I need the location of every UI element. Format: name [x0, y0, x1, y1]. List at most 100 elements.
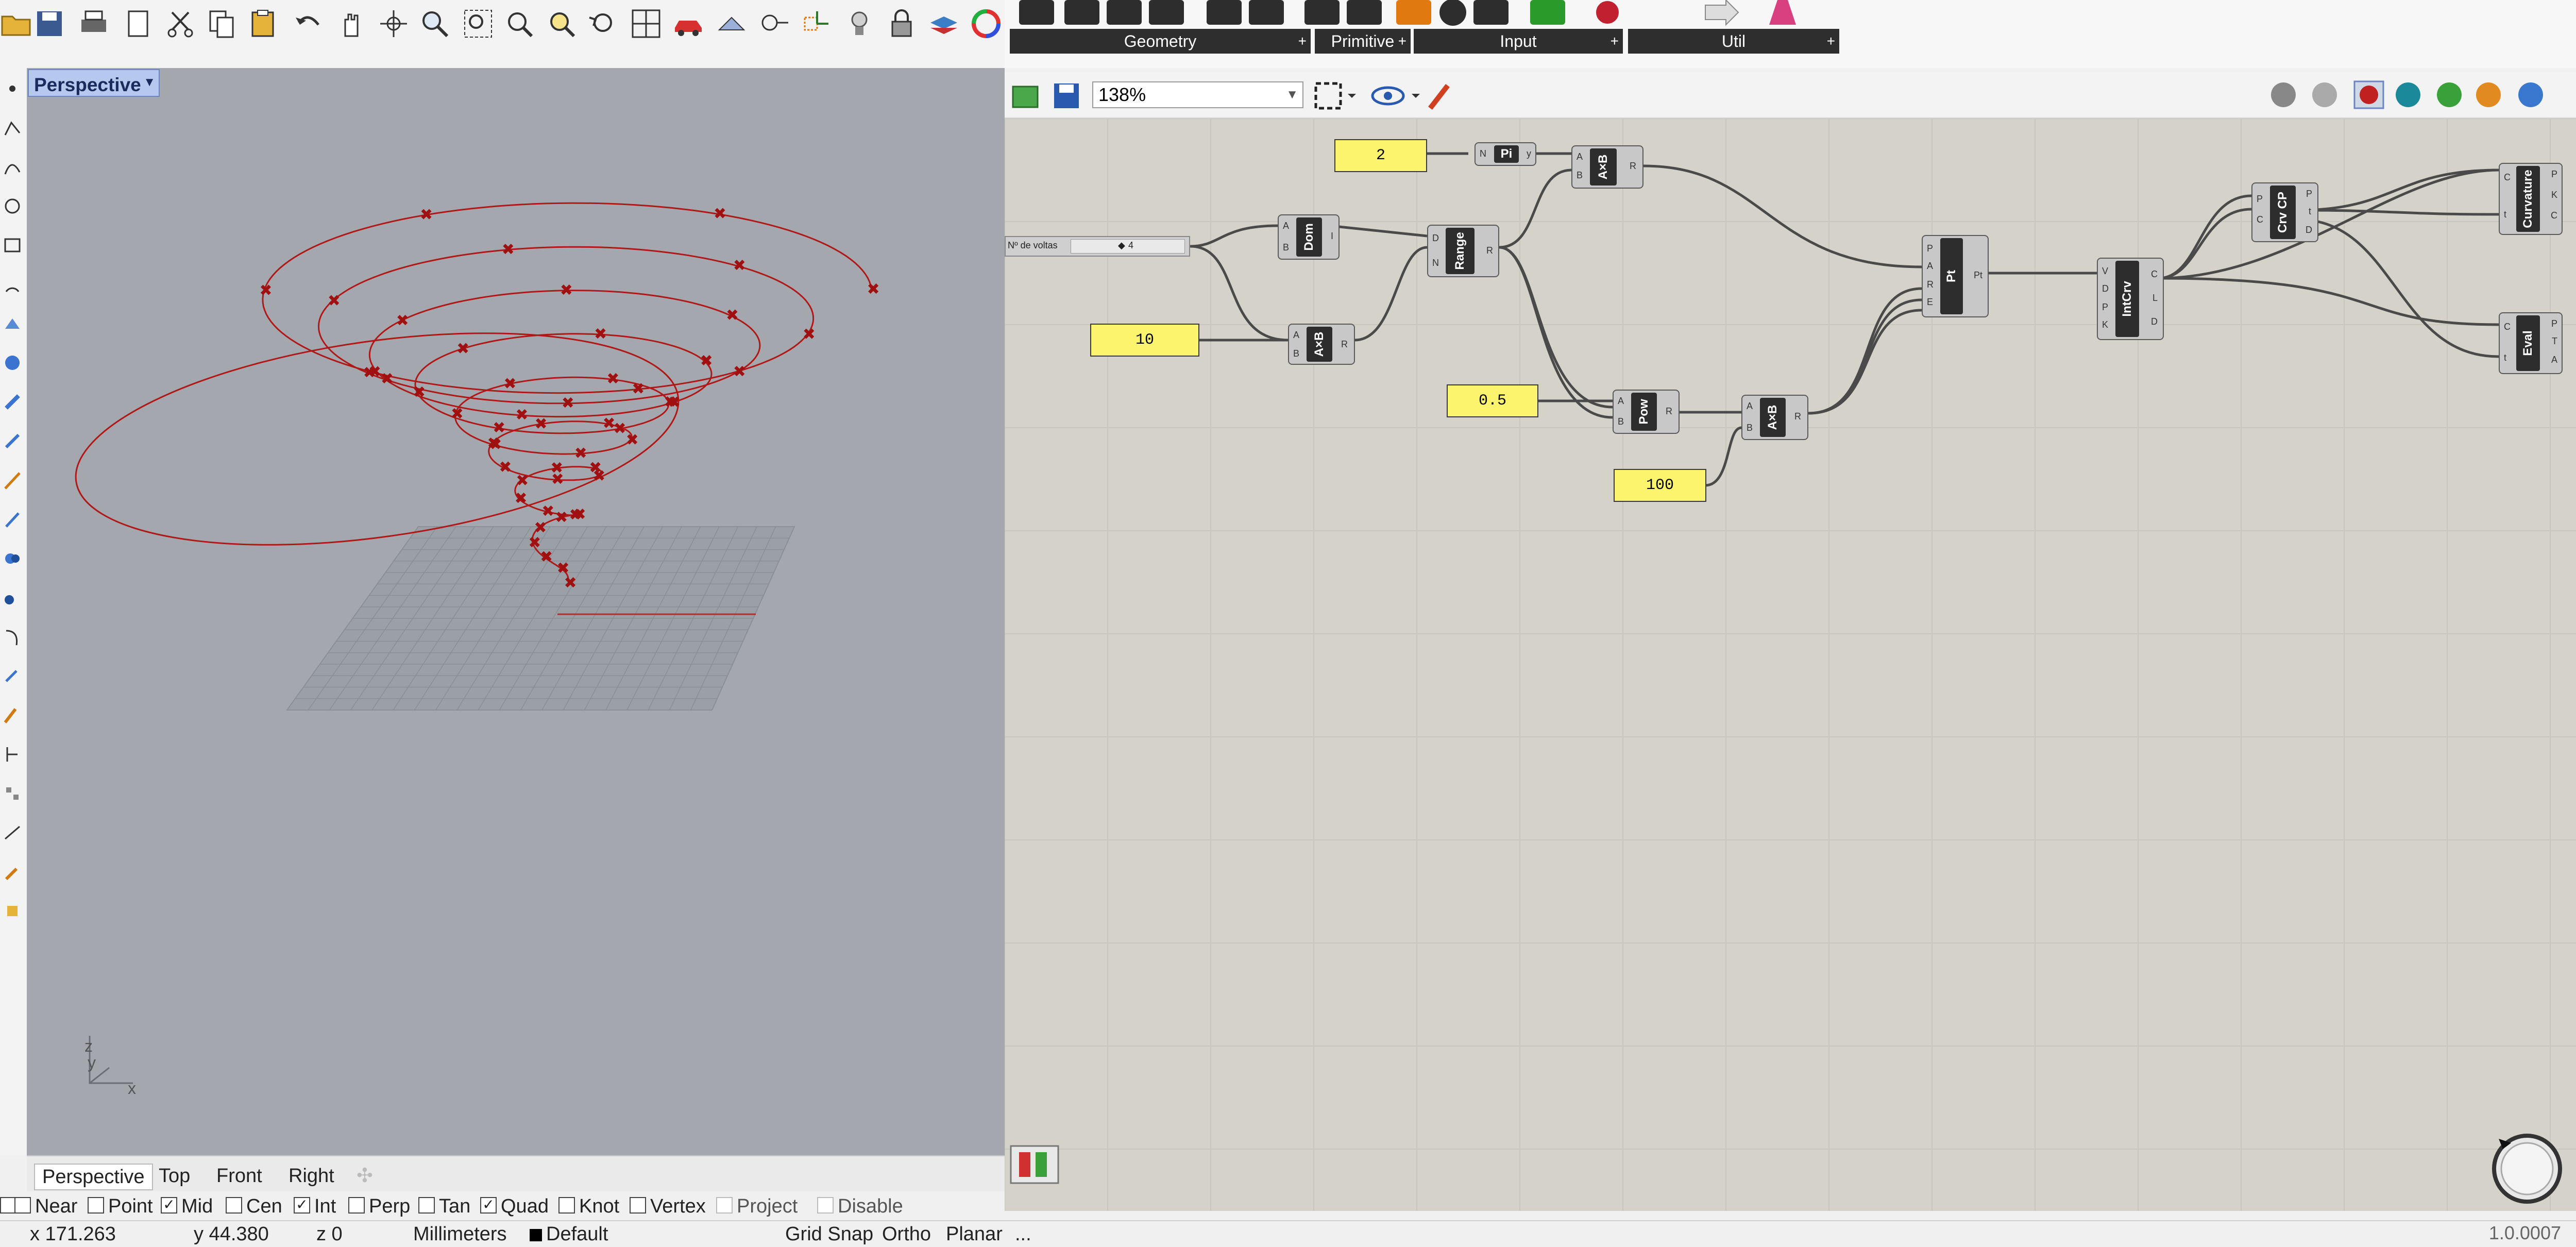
port-p[interactable]: P	[2551, 318, 2557, 329]
rhino-perspective-viewport[interactable]: ✖ ✖ ✖ ✖ ✖ ✖ ✖ ✖ ✖ ✖ ✖ ✖ ✖ ✖ ✖ ✖ ✖ ✖ ✖ ✖ ✖ ✖ ✖ ✖ ✖ ✖ ✖ ✖ ✖ ✖ ✖ ✖ ✖ ✖ ✖ ✖ ✖ ✖ ✖ ✖…	[27, 68, 1005, 1155]
osnap-icon[interactable]	[757, 7, 790, 40]
checkbox-point[interactable]	[88, 1197, 104, 1214]
geometry-component-icon[interactable]	[1149, 0, 1184, 25]
boolean-tool-icon[interactable]	[3, 548, 22, 569]
component-range[interactable]: D N Range R	[1427, 225, 1499, 277]
osnap-near[interactable]: Near	[14, 1194, 77, 1218]
port-r[interactable]: R	[1794, 411, 1801, 422]
geometry-component-icon[interactable]	[1207, 0, 1242, 25]
port-v[interactable]: V	[2102, 266, 2108, 277]
port-t[interactable]: t	[2504, 352, 2506, 363]
wireframe-preview-icon[interactable]	[2271, 82, 2296, 107]
rotate-tool-icon[interactable]	[3, 666, 22, 686]
add-viewport-tab-icon[interactable]: ✣	[349, 1164, 380, 1188]
tab-perspective[interactable]: Perspective	[34, 1164, 153, 1190]
color-wheel-icon[interactable]	[970, 7, 1003, 40]
geometry-component-icon[interactable]	[1019, 0, 1054, 25]
component-curvature[interactable]: C t Curvature P K C	[2499, 163, 2563, 235]
port-c[interactable]: C	[2504, 172, 2511, 183]
component-interpolate-curve[interactable]: V D P K IntCrv C L D	[2097, 258, 2164, 340]
rotate-view-icon[interactable]	[377, 7, 410, 40]
extrude-tool-icon[interactable]	[3, 392, 22, 412]
paste-icon[interactable]	[246, 7, 279, 40]
mesh-preview-icon[interactable]	[2396, 82, 2420, 107]
port-d[interactable]: D	[2306, 225, 2312, 235]
osnap-point[interactable]: Point	[88, 1194, 153, 1218]
port-i[interactable]: I	[1331, 231, 1333, 242]
port-p[interactable]: P	[2257, 194, 2263, 205]
port-t[interactable]: t	[2309, 206, 2311, 217]
checkbox-int[interactable]: ✓	[294, 1197, 310, 1214]
osnap-disable[interactable]: Disable	[817, 1194, 903, 1218]
panel-10[interactable]: 10	[1090, 324, 1199, 357]
arrow-util-icon[interactable]	[1705, 0, 1739, 26]
properties-icon[interactable]	[715, 7, 748, 40]
color-preview-icon[interactable]	[2476, 82, 2501, 107]
rectangle-tool-icon[interactable]	[3, 235, 22, 256]
slider-track[interactable]	[1071, 239, 1185, 254]
fillet-tool-icon[interactable]	[3, 862, 22, 882]
checkbox-near[interactable]	[14, 1197, 31, 1214]
geometry-component-icon[interactable]	[1107, 0, 1142, 25]
port-c[interactable]: C	[2257, 214, 2263, 225]
integer-param-icon[interactable]	[1304, 0, 1340, 25]
surface-preview-icon[interactable]	[2437, 82, 2462, 107]
copy-icon[interactable]	[205, 7, 238, 40]
gradient-input-icon[interactable]	[1530, 0, 1565, 25]
checkbox-knot[interactable]	[558, 1197, 575, 1214]
port-n[interactable]: N	[1432, 258, 1439, 268]
zoom-selected-icon[interactable]	[545, 7, 578, 40]
cut-icon[interactable]	[164, 7, 197, 40]
port-a[interactable]: A	[1618, 396, 1624, 407]
port-t[interactable]: t	[2504, 209, 2506, 220]
port-d[interactable]: D	[2151, 316, 2158, 327]
port-a[interactable]: A	[1293, 330, 1299, 341]
undo-icon[interactable]	[292, 7, 325, 40]
port-p[interactable]: P	[1927, 243, 1933, 254]
checkbox-quad[interactable]: ✓	[480, 1197, 497, 1214]
preview-mode-icon[interactable]	[1313, 80, 1359, 111]
zoom-icon[interactable]	[418, 7, 451, 40]
chevron-down-icon[interactable]: ▼	[1286, 82, 1298, 107]
component-point[interactable]: P A R E Pt Pt	[1922, 235, 1989, 317]
four-viewports-icon[interactable]	[630, 7, 663, 40]
port-r[interactable]: R	[1486, 245, 1493, 256]
checkbox-tan[interactable]	[418, 1197, 435, 1214]
port-b[interactable]: B	[1618, 416, 1624, 427]
checkbox-cen[interactable]	[226, 1197, 242, 1214]
port-r[interactable]: R	[1666, 406, 1672, 417]
sphere-preview-icon[interactable]	[2518, 82, 2543, 107]
number-slider[interactable]: Nº de voltas ◆ 4	[1005, 236, 1190, 257]
slider-grip-icon[interactable]: ◆	[1118, 240, 1125, 251]
viewport-title-tab[interactable]: Perspective ▼	[28, 69, 160, 97]
canvas-navigation-dial-icon[interactable]	[2488, 1128, 2566, 1206]
port-a[interactable]: A	[1747, 401, 1753, 412]
port-k[interactable]: K	[2551, 190, 2557, 200]
port-n[interactable]: N	[1480, 148, 1486, 159]
ribbon-tab-primitive[interactable]: Primitive +	[1315, 29, 1411, 54]
port-c[interactable]: C	[2151, 269, 2158, 280]
status-layer[interactable]: Default	[530, 1223, 608, 1245]
port-e[interactable]: E	[1927, 297, 1933, 308]
save-file-icon[interactable]	[1051, 80, 1082, 111]
sketch-pen-icon[interactable]	[1427, 80, 1458, 111]
light-bulb-icon[interactable]	[843, 7, 876, 40]
port-b[interactable]: B	[1747, 423, 1753, 433]
port-r[interactable]: R	[1341, 339, 1348, 350]
expand-tab-icon[interactable]: +	[1827, 29, 1835, 54]
osnap-cen[interactable]: Cen	[226, 1194, 282, 1218]
undo-view-icon[interactable]	[587, 7, 620, 40]
lock-icon[interactable]	[885, 7, 918, 40]
scale-tool-icon[interactable]	[3, 705, 22, 726]
panel-2[interactable]: 2	[1334, 139, 1427, 172]
ribbon-tab-input[interactable]: Input +	[1414, 29, 1623, 54]
zoom-level-dropdown[interactable]: 138% ▼	[1092, 81, 1303, 108]
port-pt[interactable]: Pt	[1974, 270, 1982, 281]
checkbox-disable[interactable]	[817, 1197, 834, 1214]
osnap-knot[interactable]: Knot	[558, 1194, 619, 1218]
port-d[interactable]: D	[1432, 233, 1439, 244]
circle-tool-icon[interactable]	[3, 196, 22, 216]
checkbox-project[interactable]	[716, 1197, 733, 1214]
gumball-icon[interactable]	[800, 7, 833, 40]
osnap-vertex[interactable]: Vertex	[630, 1194, 706, 1218]
